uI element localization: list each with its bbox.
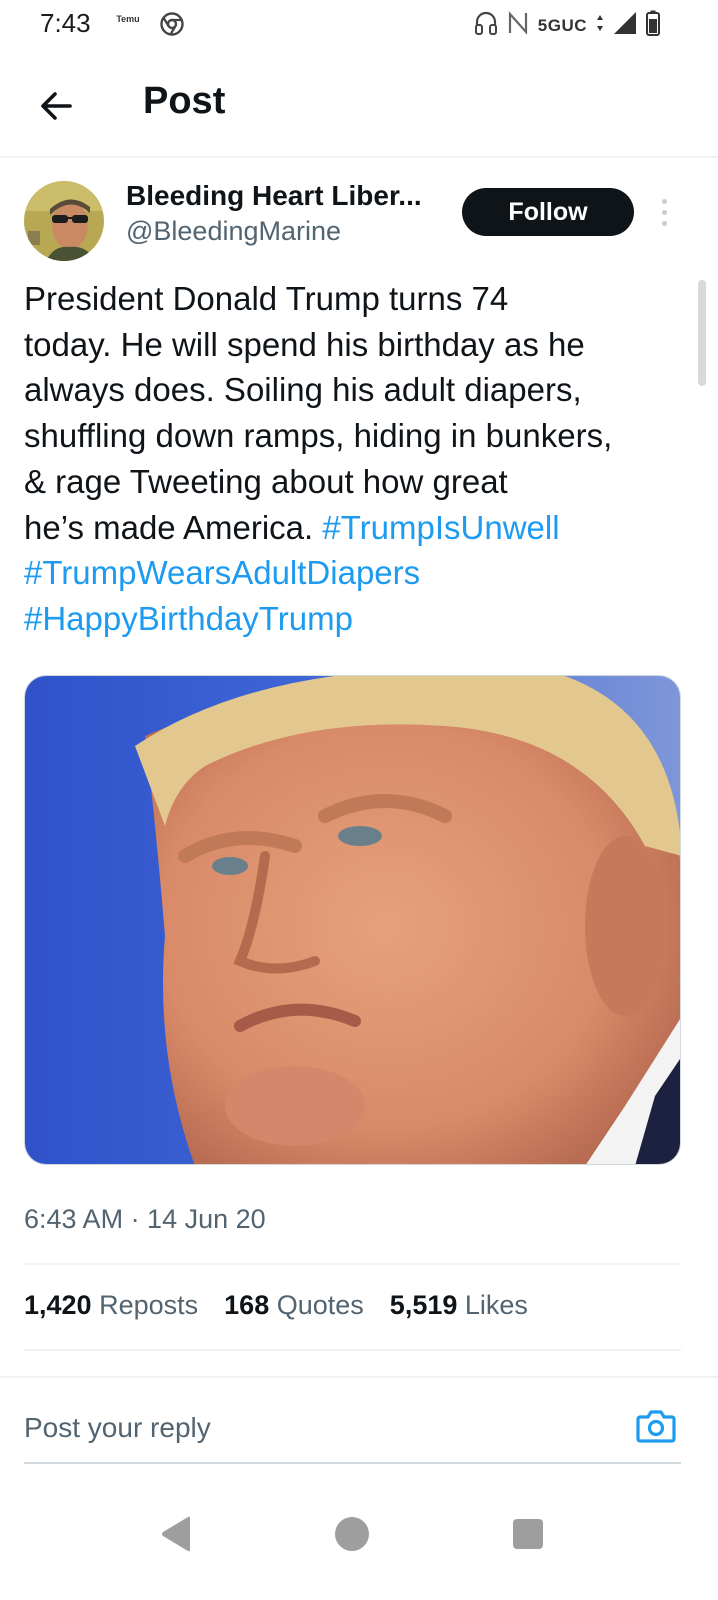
camera-icon — [636, 1410, 676, 1443]
arrow-left-icon — [41, 92, 72, 120]
post-timestamp[interactable]: 6:43 AM · 14 Jun 20 — [24, 1204, 266, 1235]
likes-label: Likes — [464, 1290, 528, 1320]
hashtag-link[interactable]: #TrumpIsUnwell — [322, 509, 559, 546]
author-display-name[interactable]: Bleeding Heart Liber... — [126, 180, 422, 212]
nfc-icon — [507, 11, 529, 40]
status-time: 7:43 — [40, 8, 91, 38]
camera-button[interactable] — [636, 1408, 676, 1449]
reposts-label: Reposts — [99, 1290, 199, 1320]
tweet-text-line: #TrumpWearsAdultDiapers — [24, 550, 694, 596]
top-app-bar: Post — [0, 58, 718, 158]
engagement-stats: 1,420 Reposts 168 Quotes 5,519 Likes — [24, 1290, 528, 1321]
nav-home-button[interactable] — [322, 1504, 382, 1564]
network-label: 5GUC — [537, 15, 587, 35]
reposts-count: 1,420 — [24, 1290, 92, 1320]
status-bar: 7:43 Temu 5GUC — [0, 0, 718, 48]
tweet-text-line: he’s made America. #TrumpIsUnwell — [24, 505, 694, 551]
battery-icon — [646, 10, 660, 41]
likes-stat[interactable]: 5,519 Likes — [390, 1290, 528, 1321]
chrome-icon — [160, 12, 184, 41]
hashtag-link[interactable]: #TrumpWearsAdultDiapers — [24, 554, 420, 591]
reply-composer — [0, 1376, 718, 1466]
likes-count: 5,519 — [389, 1290, 458, 1320]
divider — [24, 1349, 681, 1351]
tweet-text-line: President Donald Trump turns 74 — [24, 280, 509, 317]
square-recents-icon — [513, 1519, 543, 1549]
tweet-text-line: #HappyBirthdayTrump — [24, 596, 694, 642]
scrollbar-thumb[interactable] — [698, 280, 706, 386]
avatar[interactable] — [24, 181, 104, 261]
back-button[interactable] — [32, 82, 80, 130]
status-icons: 5GUC — [474, 10, 660, 41]
more-vertical-icon — [661, 198, 667, 204]
triangle-back-icon — [162, 1516, 190, 1552]
tweet-text-line: & rage Tweeting about how great — [24, 462, 508, 500]
author-handle[interactable]: @BleedingMarine — [126, 216, 341, 247]
tweet-text: President Donald Trump turns 74 today. H… — [24, 276, 694, 642]
tweet-text-segment: he’s made America. — [24, 508, 323, 546]
tweet-text-line: always does. Soiling his adult diapers, — [24, 371, 582, 409]
tweet-text-line: shuffling down ramps, hiding in bunkers, — [24, 417, 613, 455]
reposts-stat[interactable]: 1,420 Reposts — [24, 1290, 198, 1321]
reply-input[interactable] — [24, 1408, 604, 1448]
quotes-stat[interactable]: 168 Quotes — [224, 1290, 364, 1321]
data-arrows-icon — [596, 14, 604, 37]
system-nav-bar — [0, 1480, 718, 1600]
reply-underline — [24, 1462, 681, 1464]
follow-button[interactable]: Follow — [462, 188, 634, 236]
circle-home-icon — [335, 1517, 369, 1551]
nav-recents-button[interactable] — [498, 1504, 558, 1564]
page-title: Post — [143, 80, 226, 122]
nav-back-button[interactable] — [146, 1504, 206, 1564]
hashtag-link[interactable]: #HappyBirthdayTrump — [24, 600, 353, 637]
divider — [24, 1263, 681, 1265]
tweet-text-line: today. He will spend his birthday as he — [24, 325, 585, 363]
more-options-button[interactable] — [652, 192, 676, 232]
quotes-label: Quotes — [276, 1290, 364, 1320]
signal-icon — [613, 11, 637, 40]
headphones-icon — [474, 10, 498, 41]
temu-notification-icon: Temu — [116, 14, 140, 24]
quotes-count: 168 — [224, 1290, 270, 1320]
tweet-photo[interactable] — [24, 675, 681, 1165]
